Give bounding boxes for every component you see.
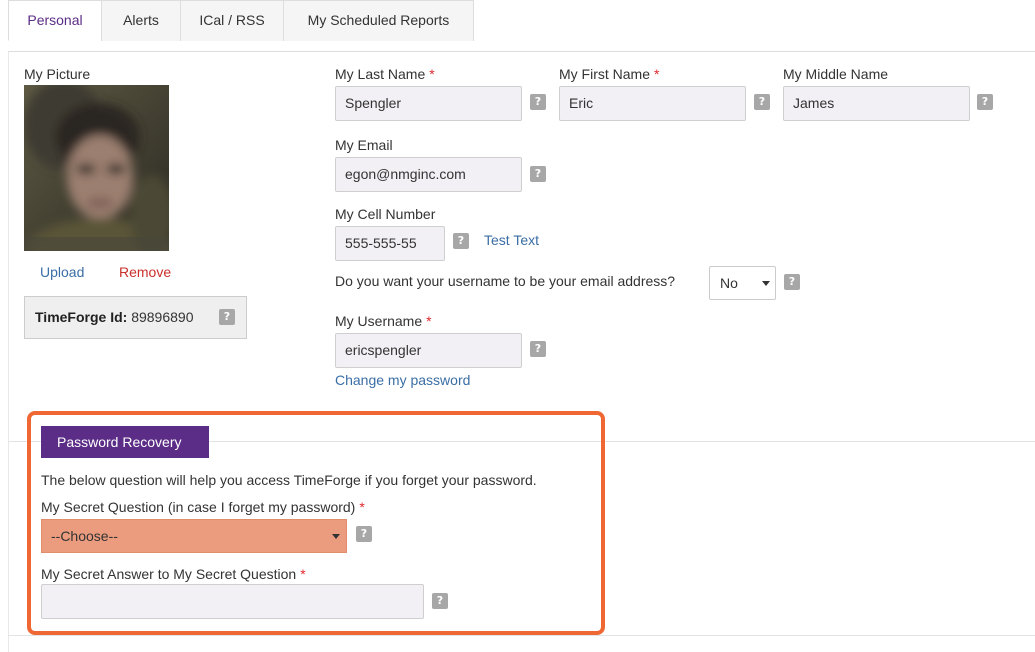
timeforge-id-value: 89896890 xyxy=(131,309,194,325)
help-icon[interactable]: ? xyxy=(219,309,235,325)
picture-label: My Picture xyxy=(24,66,91,82)
tab-scheduled-reports[interactable]: My Scheduled Reports xyxy=(283,0,474,41)
help-icon[interactable]: ? xyxy=(754,94,770,110)
secret-answer-label-text: My Secret Answer to My Secret Question xyxy=(41,566,297,582)
remove-link[interactable]: Remove xyxy=(119,264,171,280)
section-divider-bottom xyxy=(8,635,1035,636)
chevron-down-icon xyxy=(332,534,340,539)
username-label: My Username * xyxy=(335,313,432,329)
help-icon[interactable]: ? xyxy=(977,94,993,110)
help-icon[interactable]: ? xyxy=(530,94,546,110)
secret-answer-label: My Secret Answer to My Secret Question * xyxy=(41,566,306,582)
required-mark: * xyxy=(654,66,660,82)
help-icon[interactable]: ? xyxy=(530,341,546,357)
last-name-input[interactable]: Spengler xyxy=(335,86,522,121)
secret-answer-input[interactable] xyxy=(41,584,424,619)
help-icon[interactable]: ? xyxy=(530,166,546,182)
username-input[interactable]: ericspengler xyxy=(335,333,522,368)
profile-picture xyxy=(24,85,169,251)
cell-input[interactable]: 555-555-55 xyxy=(335,226,445,261)
username-email-select[interactable]: No xyxy=(709,266,776,300)
first-name-label: My First Name * xyxy=(559,66,659,82)
secret-question-label: My Secret Question (in case I forget my … xyxy=(41,499,365,515)
upload-link[interactable]: Upload xyxy=(40,264,84,280)
last-name-label-text: My Last Name xyxy=(335,66,426,82)
timeforge-id-box: TimeForge Id: 89896890 xyxy=(24,296,247,339)
help-icon[interactable]: ? xyxy=(432,593,448,609)
required-mark: * xyxy=(426,313,432,329)
tab-ical-rss[interactable]: ICal / RSS xyxy=(180,0,284,41)
help-icon[interactable]: ? xyxy=(784,274,800,290)
last-name-label: My Last Name * xyxy=(335,66,435,82)
first-name-label-text: My First Name xyxy=(559,66,650,82)
help-icon[interactable]: ? xyxy=(356,526,372,542)
password-recovery-title: Password Recovery xyxy=(41,426,209,458)
profile-photo-image xyxy=(24,85,169,251)
tab-alerts[interactable]: Alerts xyxy=(101,0,181,41)
chevron-down-icon xyxy=(762,281,770,286)
username-label-text: My Username xyxy=(335,313,423,329)
tab-personal[interactable]: Personal xyxy=(8,0,102,41)
test-text-link[interactable]: Test Text xyxy=(484,232,539,248)
required-mark: * xyxy=(300,566,306,582)
username-email-select-value: No xyxy=(720,275,738,291)
password-recovery-intro: The below question will help you access … xyxy=(41,472,537,488)
change-password-link[interactable]: Change my password xyxy=(335,372,470,388)
middle-name-label: My Middle Name xyxy=(783,66,889,82)
secret-question-label-text: My Secret Question (in case I forget my … xyxy=(41,499,356,515)
first-name-input[interactable]: Eric xyxy=(559,86,746,121)
middle-name-input[interactable]: James xyxy=(783,86,970,121)
help-icon[interactable]: ? xyxy=(453,233,469,249)
cell-label: My Cell Number xyxy=(335,206,436,222)
secret-question-value: --Choose-- xyxy=(51,528,118,544)
email-label: My Email xyxy=(335,137,393,153)
content-left-border xyxy=(8,52,9,652)
required-mark: * xyxy=(429,66,435,82)
secret-question-select[interactable]: --Choose-- xyxy=(41,519,347,553)
timeforge-id-label: TimeForge Id: xyxy=(35,309,128,325)
email-input[interactable]: egon@nmginc.com xyxy=(335,157,522,192)
username-email-question: Do you want your username to be your ema… xyxy=(335,273,676,289)
required-mark: * xyxy=(359,499,365,515)
